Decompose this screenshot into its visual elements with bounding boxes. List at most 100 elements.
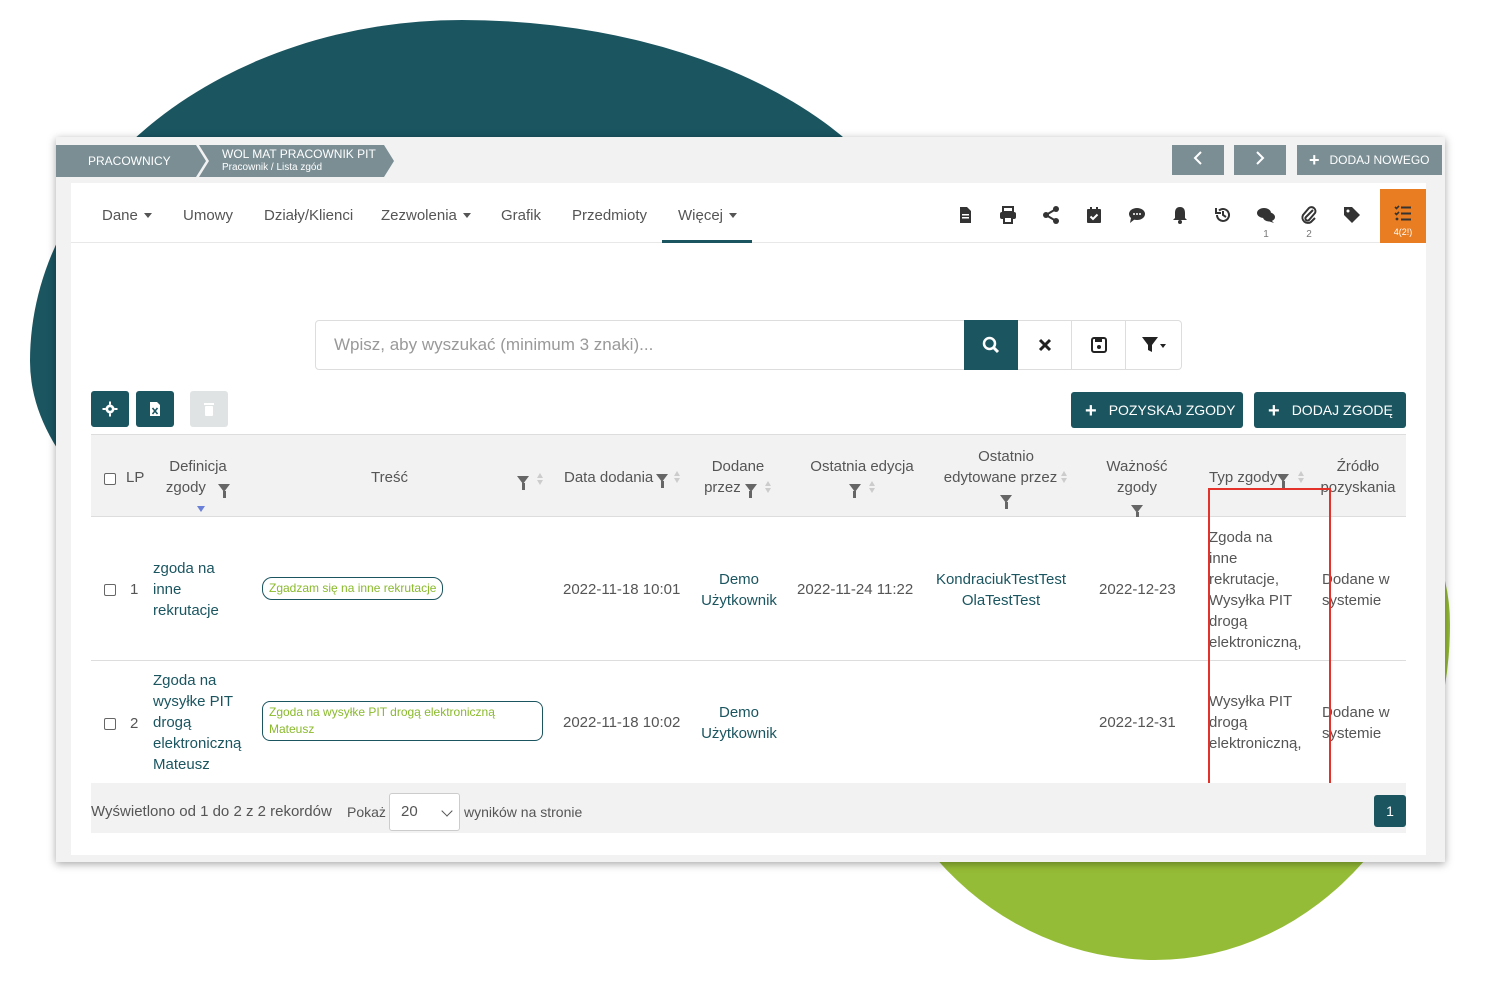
row-date-added: 2022-11-18 10:02 [563, 714, 681, 731]
row-added-by-link[interactable]: Demo Użytkownik [701, 569, 777, 611]
add-new-button[interactable]: + DODAJ NOWEGO [1297, 145, 1442, 175]
obtain-consents-button[interactable]: + POZYSKAJ ZGODY [1071, 392, 1243, 428]
tags-button[interactable] [1335, 197, 1369, 241]
filter-icon[interactable] [218, 484, 231, 498]
row-lp: 1 [130, 581, 139, 598]
header-validity-label: Ważność zgody [1106, 458, 1168, 496]
row-source: Dodane w systemie [1322, 702, 1390, 744]
page-size-select[interactable]: 20 [389, 793, 460, 831]
tab-grafik[interactable]: Grafik [501, 207, 541, 224]
tab-dzialy-klienci[interactable]: Działy/Klienci [264, 207, 353, 224]
add-new-label: DODAJ NOWEGO [1329, 152, 1430, 167]
print-button[interactable] [991, 197, 1025, 241]
header-last-edited-by-controls [941, 488, 1071, 509]
chat-button[interactable] [1120, 197, 1154, 241]
settings-button[interactable] [91, 391, 129, 427]
header-added-by[interactable]: Dodane przez [703, 456, 773, 498]
sort-icon[interactable] [537, 473, 544, 485]
pagination-page-1[interactable]: 1 [1374, 795, 1406, 827]
filter-icon[interactable] [744, 484, 757, 498]
type-column-highlight [1208, 488, 1331, 817]
row-checkbox[interactable] [104, 584, 116, 596]
row-definition-link[interactable]: Zgoda na wysyłke PIT drogą elektroniczną… [153, 670, 241, 775]
notifications-button[interactable] [1163, 197, 1197, 241]
attachments-button[interactable]: 2 [1292, 197, 1326, 241]
header-type[interactable]: Typ zgody [1209, 467, 1305, 488]
header-last-edited-by[interactable]: Ostatnio edytowane przez [941, 446, 1071, 509]
header-lp[interactable]: LP [126, 467, 144, 488]
row-checkbox[interactable] [104, 718, 116, 730]
delete-button[interactable] [190, 391, 228, 427]
tab-zezwolenia[interactable]: Zezwolenia [381, 207, 471, 224]
tab-label: Zezwolenia [381, 207, 457, 224]
chevron-down-icon [441, 805, 453, 817]
row-validity: 2022-12-23 [1099, 581, 1176, 598]
filter-icon[interactable] [517, 476, 529, 490]
header-validity[interactable]: Ważność zgody [1085, 456, 1189, 519]
sort-icon[interactable] [764, 481, 772, 493]
tab-przedmioty[interactable]: Przedmioty [572, 207, 647, 224]
bell-icon [1173, 207, 1187, 224]
comments-button[interactable]: 1 [1249, 197, 1283, 241]
share-button[interactable] [1034, 197, 1068, 241]
breadcrumb-root[interactable]: PRACOWNICY [56, 145, 206, 177]
search-icon [982, 336, 1000, 354]
header-date-added-label: Data dodania [564, 469, 654, 486]
sort-icon[interactable] [868, 481, 876, 493]
filter-icon[interactable] [1000, 495, 1012, 509]
source-line: systemie [1322, 725, 1382, 742]
history-button[interactable] [1206, 197, 1240, 241]
tab-dane[interactable]: Dane [102, 207, 152, 224]
caret-down-icon [143, 213, 152, 218]
save-search-button[interactable] [1072, 320, 1126, 370]
active-tab-underline [662, 240, 752, 243]
row-definition-link[interactable]: zgoda na inne rekrutacje [153, 558, 219, 621]
excel-file-icon [150, 402, 160, 416]
breadcrumb-current[interactable]: WOL MAT PRACOWNIK PIT Pracownik / Lista … [199, 145, 394, 177]
tab-umowy[interactable]: Umowy [183, 207, 233, 224]
header-definition-line2: zgody [165, 479, 206, 496]
sort-icon[interactable] [1061, 471, 1068, 483]
tab-wiecej[interactable]: Więcej [678, 207, 738, 224]
calendar-button[interactable] [1077, 197, 1111, 241]
row-last-edit: 2022-11-24 11:22 [797, 581, 914, 598]
header-definition-line2-row: zgody [163, 477, 233, 519]
close-icon [1038, 338, 1051, 352]
clear-search-button[interactable] [1018, 320, 1072, 370]
header-content[interactable]: Treść [371, 467, 408, 488]
export-excel-button[interactable] [136, 391, 174, 427]
sort-icon[interactable] [674, 471, 681, 483]
last-edited-by-line: KondraciukTestTest [935, 571, 1067, 588]
caret-down-icon [729, 213, 738, 218]
definition-line: rekrutacje [153, 602, 219, 619]
content-tag: Zgadzam się na inne rekrutacje [262, 577, 444, 600]
header-definition[interactable]: Definicja zgody [163, 456, 233, 519]
trash-icon [204, 403, 214, 416]
row-added-by-link[interactable]: Demo Użytkownik [701, 702, 777, 744]
tasks-button[interactable]: 4(2!) [1380, 189, 1426, 243]
filter-icon[interactable] [1277, 474, 1290, 488]
sort-icon[interactable] [1298, 471, 1305, 483]
filter-dropdown-button[interactable] [1126, 320, 1182, 370]
tab-label: Działy/Klienci [264, 207, 354, 224]
filter-icon[interactable] [656, 474, 669, 488]
print-icon [1000, 206, 1016, 224]
content-line: Mateusz [269, 722, 315, 736]
filter-icon[interactable] [1131, 505, 1143, 519]
header-last-edited-by-line1: Ostatnio [978, 448, 1034, 465]
select-all-checkbox[interactable] [104, 473, 116, 485]
header-type-label: Typ zgody [1209, 469, 1278, 486]
last-edited-by-line: OlaTestTest [961, 592, 1041, 609]
add-consent-button[interactable]: + DODAJ ZGODĘ [1254, 392, 1406, 428]
filter-icon[interactable] [848, 484, 861, 498]
header-last-edit[interactable]: Ostatnia edycja [804, 456, 920, 498]
floppy-disk-icon [1090, 337, 1107, 353]
previous-button[interactable] [1172, 145, 1224, 175]
document-button[interactable] [948, 197, 982, 241]
next-button[interactable] [1234, 145, 1286, 175]
search-input[interactable] [316, 321, 964, 369]
sort-descending-icon[interactable] [197, 506, 205, 512]
header-date-added[interactable]: Data dodania [564, 467, 681, 488]
search-button[interactable] [964, 320, 1018, 370]
row-last-edited-by-link[interactable]: KondraciukTestTest OlaTestTest [935, 569, 1067, 611]
